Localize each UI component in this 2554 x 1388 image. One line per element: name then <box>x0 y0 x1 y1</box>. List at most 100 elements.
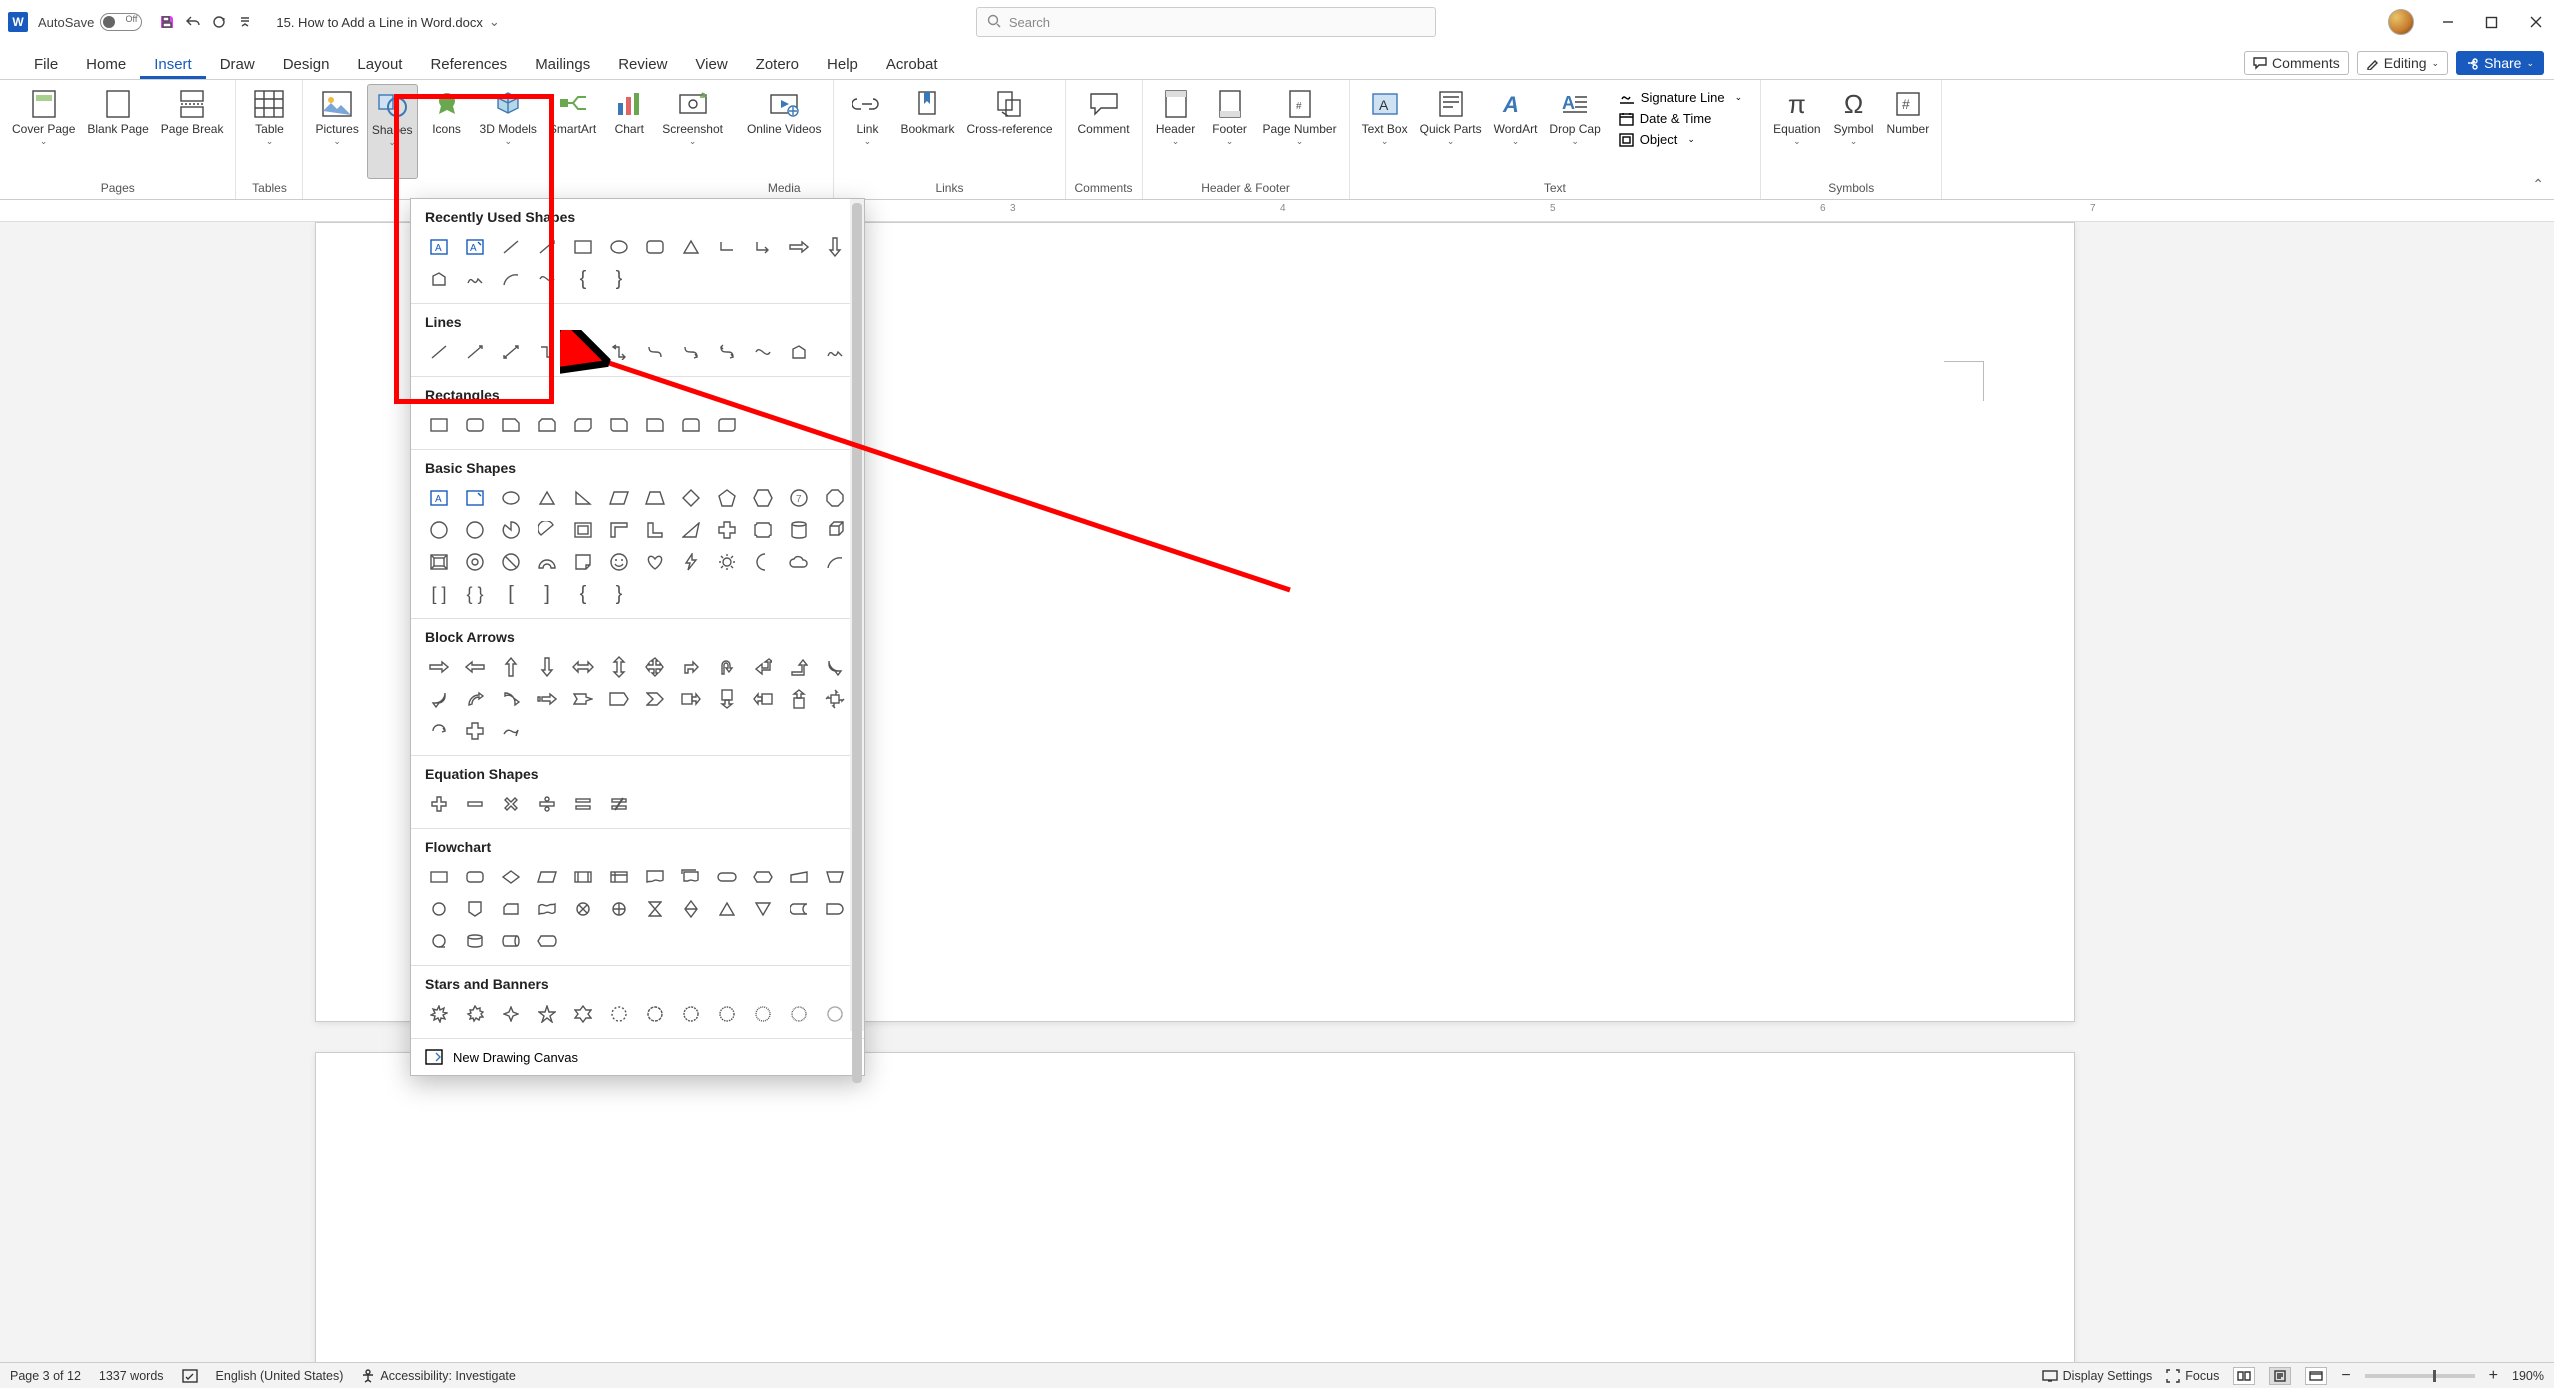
flow-extract-icon[interactable] <box>711 895 743 923</box>
right-brace-shape-icon[interactable]: } <box>603 580 635 608</box>
star-4-icon[interactable] <box>495 1000 527 1028</box>
pentagon-icon[interactable] <box>711 484 743 512</box>
parallelogram-icon[interactable] <box>603 484 635 512</box>
table-button[interactable]: Table⌄ <box>244 84 294 179</box>
autosave-toggle[interactable]: Off <box>100 13 142 31</box>
arrow-circular-icon[interactable] <box>423 717 455 745</box>
tab-insert[interactable]: Insert <box>140 50 206 79</box>
flow-terminator-icon[interactable] <box>711 863 743 891</box>
snip-single-rect-icon[interactable] <box>495 411 527 439</box>
arrow-down-callout-icon[interactable] <box>711 685 743 713</box>
qat-customize-button[interactable] <box>232 9 258 35</box>
shape-arrow-down-icon[interactable] <box>819 233 851 261</box>
line-double-arrow-icon[interactable] <box>495 338 527 366</box>
dodecagon-icon[interactable] <box>459 516 491 544</box>
title-chevron-icon[interactable]: ⌄ <box>489 14 500 30</box>
status-page[interactable]: Page 3 of 12 <box>10 1369 81 1383</box>
shape-rectangle-icon[interactable] <box>567 233 599 261</box>
arrow-swoosh-icon[interactable] <box>495 717 527 745</box>
page-number-button[interactable]: #Page Number⌄ <box>1259 84 1341 179</box>
flow-process-icon[interactable] <box>423 863 455 891</box>
comment-button[interactable]: Comment <box>1074 84 1134 179</box>
smiley-icon[interactable] <box>603 548 635 576</box>
flow-document-icon[interactable] <box>639 863 671 891</box>
chord-icon[interactable] <box>531 516 563 544</box>
arrow-pentagon-icon[interactable] <box>603 685 635 713</box>
elbow-connector-icon[interactable] <box>531 338 563 366</box>
arrow-notched-icon[interactable] <box>567 685 599 713</box>
maximize-button[interactable] <box>2482 12 2502 32</box>
chart-button[interactable]: Chart <box>604 84 654 179</box>
flow-data-icon[interactable] <box>531 863 563 891</box>
arrow-down-block-icon[interactable] <box>531 653 563 681</box>
shape-arc-icon[interactable] <box>495 265 527 293</box>
half-frame-icon[interactable] <box>603 516 635 544</box>
oval-icon[interactable] <box>495 484 527 512</box>
eq-divide-icon[interactable] <box>531 790 563 818</box>
text-box-button[interactable]: AText Box⌄ <box>1358 84 1412 179</box>
header-button[interactable]: Header⌄ <box>1151 84 1201 179</box>
star-8-icon[interactable] <box>639 1000 671 1028</box>
rect-icon[interactable] <box>423 411 455 439</box>
arrow-up-callout-icon[interactable] <box>783 685 815 713</box>
arrow-curvedleft-icon[interactable] <box>423 685 455 713</box>
read-mode-button[interactable] <box>2233 1367 2255 1385</box>
smartart-button[interactable]: SmartArt <box>545 84 600 179</box>
tab-view[interactable]: View <box>681 50 741 79</box>
rounded-rect-icon[interactable] <box>459 411 491 439</box>
zoom-out-button[interactable]: − <box>2341 1367 2350 1385</box>
sun-icon[interactable] <box>711 548 743 576</box>
heart-icon[interactable] <box>639 548 671 576</box>
star-7-icon[interactable] <box>603 1000 635 1028</box>
curved-arrow-connector-icon[interactable] <box>675 338 707 366</box>
object-button[interactable]: Object⌄ <box>1615 130 1746 149</box>
tab-layout[interactable]: Layout <box>343 50 416 79</box>
shape-triangle-icon[interactable] <box>675 233 707 261</box>
tab-references[interactable]: References <box>416 50 521 79</box>
page-break-button[interactable]: Page Break <box>157 84 228 179</box>
left-bracket-icon[interactable]: [ <box>495 580 527 608</box>
block-arc-icon[interactable] <box>531 548 563 576</box>
cover-page-button[interactable]: Cover Page⌄ <box>8 84 79 179</box>
line-arrow-icon[interactable] <box>459 338 491 366</box>
shape-right-brace-icon[interactable]: } <box>603 265 635 293</box>
line-icon[interactable] <box>423 338 455 366</box>
star-24-icon[interactable] <box>783 1000 815 1028</box>
tab-home[interactable]: Home <box>72 50 140 79</box>
flow-decision-icon[interactable] <box>495 863 527 891</box>
shape-line-icon[interactable] <box>495 233 527 261</box>
tab-draw[interactable]: Draw <box>206 50 269 79</box>
3d-models-button[interactable]: 3D Models⌄ <box>476 84 541 179</box>
cube-icon[interactable] <box>819 516 851 544</box>
online-videos-button[interactable]: Online Videos <box>743 84 826 179</box>
frame-icon[interactable] <box>567 516 599 544</box>
star-16-icon[interactable] <box>747 1000 779 1028</box>
shape-elbow-arrow-icon[interactable] <box>747 233 779 261</box>
shape-scribble-icon[interactable] <box>459 265 491 293</box>
tab-design[interactable]: Design <box>269 50 344 79</box>
arrow-bent-icon[interactable] <box>675 653 707 681</box>
shape-left-brace-icon[interactable]: { <box>567 265 599 293</box>
flow-magdisk-icon[interactable] <box>459 927 491 955</box>
curved-double-arrow-icon[interactable] <box>711 338 743 366</box>
zoom-percent[interactable]: 190% <box>2512 1369 2544 1383</box>
flow-merge-icon[interactable] <box>747 895 779 923</box>
signature-line-button[interactable]: Signature Line⌄ <box>1615 88 1746 107</box>
donut-icon[interactable] <box>459 548 491 576</box>
user-avatar[interactable] <box>2388 9 2414 35</box>
double-brace-icon[interactable]: { } <box>459 580 491 608</box>
scribble-tool-icon[interactable] <box>819 338 851 366</box>
pictures-button[interactable]: Pictures⌄ <box>311 84 362 179</box>
tab-zotero[interactable]: Zotero <box>742 50 813 79</box>
trapezoid-icon[interactable] <box>639 484 671 512</box>
flow-stored-icon[interactable] <box>783 895 815 923</box>
cross-reference-button[interactable]: Cross-reference <box>962 84 1056 179</box>
moon-icon[interactable] <box>747 548 779 576</box>
arrow-bentup-icon[interactable] <box>783 653 815 681</box>
flow-or-icon[interactable] <box>603 895 635 923</box>
snip-diag-rect-icon[interactable] <box>567 411 599 439</box>
collapse-ribbon-button[interactable]: ⌃ <box>2532 176 2544 193</box>
flow-altprocess-icon[interactable] <box>459 863 491 891</box>
left-brace-shape-icon[interactable]: { <box>567 580 599 608</box>
redo-button[interactable] <box>206 9 232 35</box>
